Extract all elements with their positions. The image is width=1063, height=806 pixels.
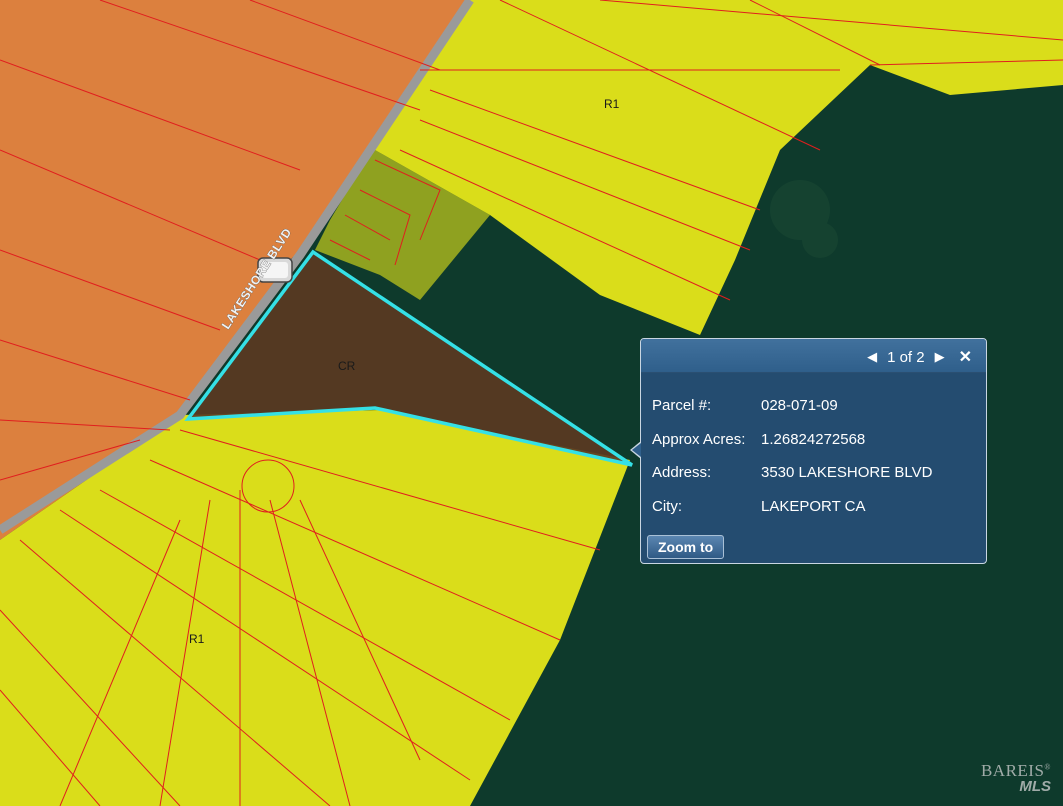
field-approx-acres: Approx Acres: 1.26824272568 (652, 431, 865, 448)
popup-header: ◀ 1 of 2 ▶ ✕ (641, 339, 986, 373)
field-value: 1.26824272568 (761, 431, 866, 448)
watermark-line2: MLS (1019, 778, 1051, 795)
popup-pager: ◀ 1 of 2 ▶ ✕ (867, 347, 972, 367)
popup-pointer-inner (632, 443, 641, 457)
field-parcel-number: Parcel #: 028-071-09 (652, 397, 838, 414)
field-label: Parcel #: (652, 397, 712, 414)
field-label: Approx Acres: (652, 431, 746, 448)
field-label: Address: (652, 464, 712, 481)
parcel-info-popup: ◀ 1 of 2 ▶ ✕ Parcel #: 028-071-09 Approx … (630, 338, 987, 564)
field-value: 028-071-09 (761, 397, 838, 414)
field-city: City: LAKEPORT CA (652, 498, 866, 515)
field-label: City: (652, 498, 682, 515)
field-value: 3530 LAKESHORE BLVD (761, 464, 933, 481)
watermark-mark: ® (1044, 762, 1051, 772)
zone-label-cr: CR (338, 359, 356, 373)
zoom-to-button[interactable]: Zoom to (647, 535, 725, 559)
field-value: LAKEPORT CA (761, 498, 866, 515)
zone-label-r1-south: R1 (189, 632, 205, 646)
pager-text: 1 of 2 (887, 348, 925, 366)
field-address: Address: 3530 LAKESHORE BLVD (652, 464, 932, 481)
bareis-mls-watermark: BAREIS® MLS (981, 762, 1051, 794)
close-icon[interactable]: ✕ (959, 347, 972, 367)
zone-label-r1-north: R1 (604, 97, 620, 111)
triangle-right-icon[interactable]: ▶ (935, 349, 945, 365)
triangle-left-icon[interactable]: ◀ (867, 349, 877, 365)
